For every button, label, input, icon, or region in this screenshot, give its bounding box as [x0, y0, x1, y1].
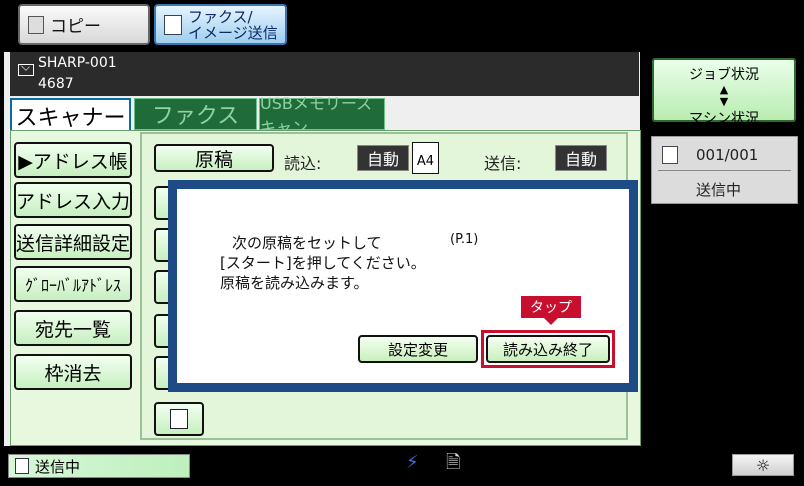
- document-icon: 🗎: [446, 452, 461, 473]
- job-state: 送信中: [696, 181, 742, 199]
- tab-fax[interactable]: ファクス: [134, 98, 257, 130]
- mail-icon: [18, 64, 34, 76]
- job-progress-panel: 001/001 送信中: [651, 136, 798, 204]
- bottom-status: 送信中: [8, 454, 190, 478]
- job-count: 001/001: [696, 146, 759, 164]
- fax-icon: [164, 14, 182, 35]
- tap-highlight: [481, 330, 615, 368]
- change-settings-button[interactable]: 設定変更: [358, 335, 478, 363]
- job-status-label: ジョブ状況: [689, 67, 759, 83]
- fax-mode-label-line1: ファクス/: [188, 7, 253, 26]
- bottom-status-label: 送信中: [35, 457, 81, 476]
- tap-callout: タップ: [521, 296, 581, 325]
- dialog-page-indicator: (P.1): [450, 232, 479, 247]
- job-status-button[interactable]: ジョブ状況 ▲ ▼ マシン状況: [652, 58, 796, 127]
- send-detail-settings-button[interactable]: 送信詳細設定: [14, 224, 132, 260]
- original-button[interactable]: 原稿: [154, 144, 274, 172]
- frame-erase-button[interactable]: 枠消去: [14, 354, 132, 390]
- dialog-message-line1: 次の原稿をセットして: [232, 234, 382, 252]
- copy-mode-tab[interactable]: コピー: [18, 4, 150, 45]
- address-entry-button[interactable]: アドレス入力: [14, 182, 132, 218]
- device-number: 4687: [38, 76, 74, 92]
- read-value: 自動: [357, 145, 409, 171]
- divider: [658, 170, 791, 171]
- paper-size: A4: [416, 154, 435, 169]
- global-address-button[interactable]: ｸﾞﾛｰﾊﾞﾙｱﾄﾞﾚｽ: [14, 266, 132, 302]
- dialog-message-line3: 原稿を読み込みます。: [220, 274, 369, 292]
- paper-size-indicator: A4: [412, 142, 439, 174]
- fax-status-icon: [15, 458, 29, 474]
- tab-usb-memory-scan[interactable]: USBメモリースキャン: [259, 94, 385, 137]
- send-value: 自動: [555, 145, 607, 171]
- copy-icon: [28, 15, 44, 34]
- program-icon-button[interactable]: [154, 402, 204, 436]
- brightness-button[interactable]: ☼: [732, 454, 794, 476]
- tab-scanner[interactable]: スキャナー: [10, 98, 131, 132]
- address-book-button[interactable]: ▶アドレス帳: [14, 142, 132, 178]
- up-down-icon: ▲ ▼: [719, 83, 729, 108]
- fax-mode-label-line2: イメージ送信: [188, 23, 278, 42]
- read-label: 読込:: [284, 154, 322, 173]
- machine-status-label: マシン状況: [689, 111, 759, 127]
- fax-image-send-mode-tab[interactable]: ファクス/ イメージ送信: [154, 4, 287, 45]
- send-label: 送信:: [484, 154, 522, 173]
- program-icon: [170, 409, 188, 429]
- copy-mode-label: コピー: [50, 17, 101, 37]
- dialog-message-line2: [スタート]を押してください。: [220, 254, 426, 272]
- fax-job-icon: [662, 146, 678, 164]
- network-icon: ⚡: [406, 452, 419, 473]
- device-name: SHARP-001: [38, 55, 117, 71]
- sun-icon: ☼: [755, 455, 771, 475]
- destination-list-button[interactable]: 宛先一覧: [14, 310, 132, 346]
